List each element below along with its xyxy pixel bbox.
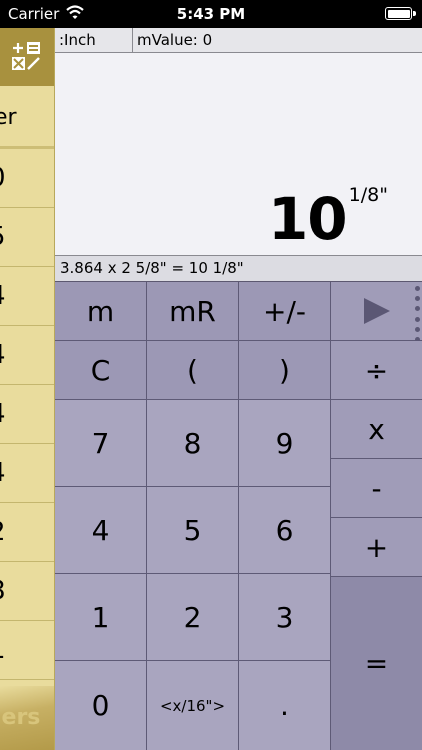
digit-3-button[interactable]: 3 [239,574,331,661]
sidebar-item[interactable]: 0 [0,149,54,208]
memory-button[interactable]: m [55,282,147,341]
sidebar-header: er [0,86,54,149]
sidebar-footer[interactable]: iers [0,686,54,750]
decimal-button[interactable]: . [239,661,331,750]
digit-6-button[interactable]: 6 [239,487,331,574]
digit-1-button[interactable]: 1 [55,574,147,661]
left-paren-button[interactable]: ( [147,341,239,400]
sidebar-item[interactable]: 4 [0,385,54,444]
equals-button[interactable]: = [331,577,422,750]
result-fraction: 1/8" [348,184,388,206]
drag-handle-icon[interactable] [414,286,421,342]
digit-9-button[interactable]: 9 [239,400,331,487]
sidebar-item[interactable]: 2 [0,503,54,562]
digit-8-button[interactable]: 8 [147,400,239,487]
units-bar: :Inch mValue: 0 [55,28,422,53]
sidebar-item[interactable]: 8 [0,562,54,621]
unit-selector[interactable]: :Inch [55,28,133,52]
sidebar-item[interactable]: 1 [0,621,54,680]
digit-4-button[interactable]: 4 [55,487,147,574]
sidebar-item[interactable]: 4 [0,444,54,503]
right-paren-button[interactable]: ) [239,341,331,400]
play-button[interactable] [331,282,422,342]
keypad: m mR +/- C ( ) ÷ 7 8 9 x 4 5 6 - + 1 2 3… [55,282,422,750]
fraction-sixteenths-button[interactable]: <x/16"> [147,661,239,750]
memory-value: mValue: 0 [133,28,422,52]
digit-7-button[interactable]: 7 [55,400,147,487]
digit-2-button[interactable]: 2 [147,574,239,661]
sidebar-list: er 0 5 4 4 4 4 2 8 1 [0,86,54,680]
sidebar-item[interactable]: 5 [0,208,54,267]
calculator-ops-icon[interactable] [0,28,54,86]
sidebar-item[interactable]: 4 [0,267,54,326]
sign-toggle-button[interactable]: +/- [239,282,331,341]
multiply-button[interactable]: x [331,400,422,459]
result-value: 10 1/8" [267,184,388,253]
clock: 5:43 PM [176,5,246,23]
plus-button[interactable]: + [331,518,422,577]
divide-button[interactable]: ÷ [331,341,422,400]
sidebar-item[interactable]: 4 [0,326,54,385]
memory-recall-button[interactable]: mR [147,282,239,341]
minus-button[interactable]: - [331,459,422,518]
result-whole: 10 [267,185,348,253]
play-icon [363,298,390,324]
digit-0-button[interactable]: 0 [55,661,147,750]
digit-5-button[interactable]: 5 [147,487,239,574]
calculation-tape: 3.864 x 2 5/8" = 10 1/8" [55,255,422,282]
status-bar: Carrier 5:43 PM [0,0,422,28]
clear-button[interactable]: C [55,341,147,400]
result-display: 10 1/8" [55,53,422,255]
sidebar: er 0 5 4 4 4 4 2 8 1 iers [0,28,55,750]
battery-icon [385,7,416,20]
